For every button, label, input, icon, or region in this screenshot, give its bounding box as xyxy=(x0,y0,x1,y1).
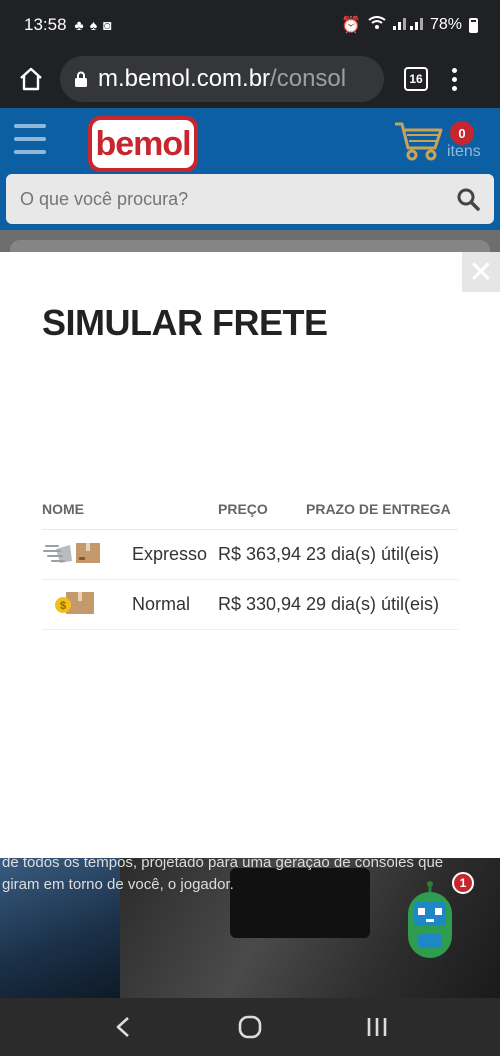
cart-icon[interactable] xyxy=(393,118,445,162)
cart-label[interactable]: itens xyxy=(447,143,481,161)
chat-notification-badge[interactable]: 1 xyxy=(452,872,474,894)
home-circle-icon xyxy=(238,1015,262,1039)
back-button[interactable] xyxy=(103,1007,143,1047)
home-button[interactable] xyxy=(14,62,48,96)
battery-icon xyxy=(469,17,478,33)
table-row: Expresso R$ 363,94 23 dia(s) útil(eis) xyxy=(42,529,458,580)
chatbot-icon[interactable] xyxy=(404,880,456,962)
site-header: bemol 0 itens xyxy=(0,108,500,230)
shipping-options-table: NOME PREÇO PRAZO DE ENTREGA Expresso R$ … xyxy=(42,497,458,630)
url-host: m.bemol.com.br xyxy=(98,65,271,92)
site-logo[interactable]: bemol xyxy=(88,116,198,172)
column-header-delivery: PRAZO DE ENTREGA xyxy=(306,497,458,530)
recents-button[interactable] xyxy=(357,1007,397,1047)
svg-text:$: $ xyxy=(60,600,66,612)
normal-delivery-box-icon: $ xyxy=(42,579,132,630)
system-navigation-bar xyxy=(0,998,500,1056)
tab-switcher-button[interactable]: 16 xyxy=(404,67,428,91)
home-nav-button[interactable] xyxy=(230,1007,270,1047)
menu-button[interactable] xyxy=(14,124,46,154)
column-header-price: PREÇO xyxy=(218,497,306,530)
notification-icon: ♣ xyxy=(74,17,84,33)
column-header-name: NOME xyxy=(42,497,132,530)
shipping-option-name: Expresso xyxy=(132,529,218,580)
table-row: $ Normal R$ 330,94 29 dia(s) útil(eis) xyxy=(42,579,458,630)
battery-percent: 78% xyxy=(429,16,462,33)
notification-icon: ♠ xyxy=(89,17,98,33)
wifi-icon xyxy=(368,15,386,35)
search-box xyxy=(6,174,494,224)
express-delivery-box-icon xyxy=(42,529,132,580)
shipping-option-price: R$ 330,94 xyxy=(218,579,306,630)
system-indicators: ⏰ 78% xyxy=(341,15,478,35)
home-icon xyxy=(20,67,42,91)
recents-icon xyxy=(367,1018,386,1036)
search-icon[interactable] xyxy=(456,187,480,211)
shipping-simulator-modal: ✕ SIMULAR FRETE NOME PREÇO PRAZO DE ENTR… xyxy=(0,252,500,858)
browser-toolbar: m.bemol.com.br/consol 16 xyxy=(0,50,500,108)
close-button[interactable]: ✕ xyxy=(462,252,500,292)
shipping-option-delivery: 29 dia(s) útil(eis) xyxy=(306,579,458,630)
address-bar[interactable]: m.bemol.com.br/consol xyxy=(60,56,384,102)
hamburger-icon xyxy=(14,124,46,128)
alarm-icon: ⏰ xyxy=(341,17,361,34)
table-header-row: NOME PREÇO PRAZO DE ENTREGA xyxy=(42,497,458,530)
shipping-option-price: R$ 363,94 xyxy=(218,529,306,580)
modal-title: SIMULAR FRETE xyxy=(42,302,328,343)
back-icon xyxy=(117,1017,130,1037)
notification-icon: ◙ xyxy=(103,17,112,33)
browser-menu-button[interactable] xyxy=(452,67,457,91)
more-vert-icon xyxy=(452,67,457,73)
status-time: 13:58 xyxy=(24,15,67,34)
search-input[interactable] xyxy=(20,188,456,210)
shipping-option-delivery: 23 dia(s) útil(eis) xyxy=(306,529,458,580)
status-bar: 13:58 ♣ ♠ ◙ ⏰ 78% xyxy=(0,0,500,50)
signal-icon xyxy=(392,16,423,35)
cart-count-badge[interactable]: 0 xyxy=(450,121,474,145)
url-path: /consol xyxy=(270,65,347,92)
lock-icon xyxy=(74,71,88,87)
notification-icons: ♣ ♠ ◙ xyxy=(75,17,112,33)
page-banner: de todos os tempos, projetado para uma g… xyxy=(0,858,500,998)
shipping-option-name: Normal xyxy=(132,579,218,630)
page-overlay-strip xyxy=(0,230,500,260)
logo-text: bemol xyxy=(95,124,191,163)
